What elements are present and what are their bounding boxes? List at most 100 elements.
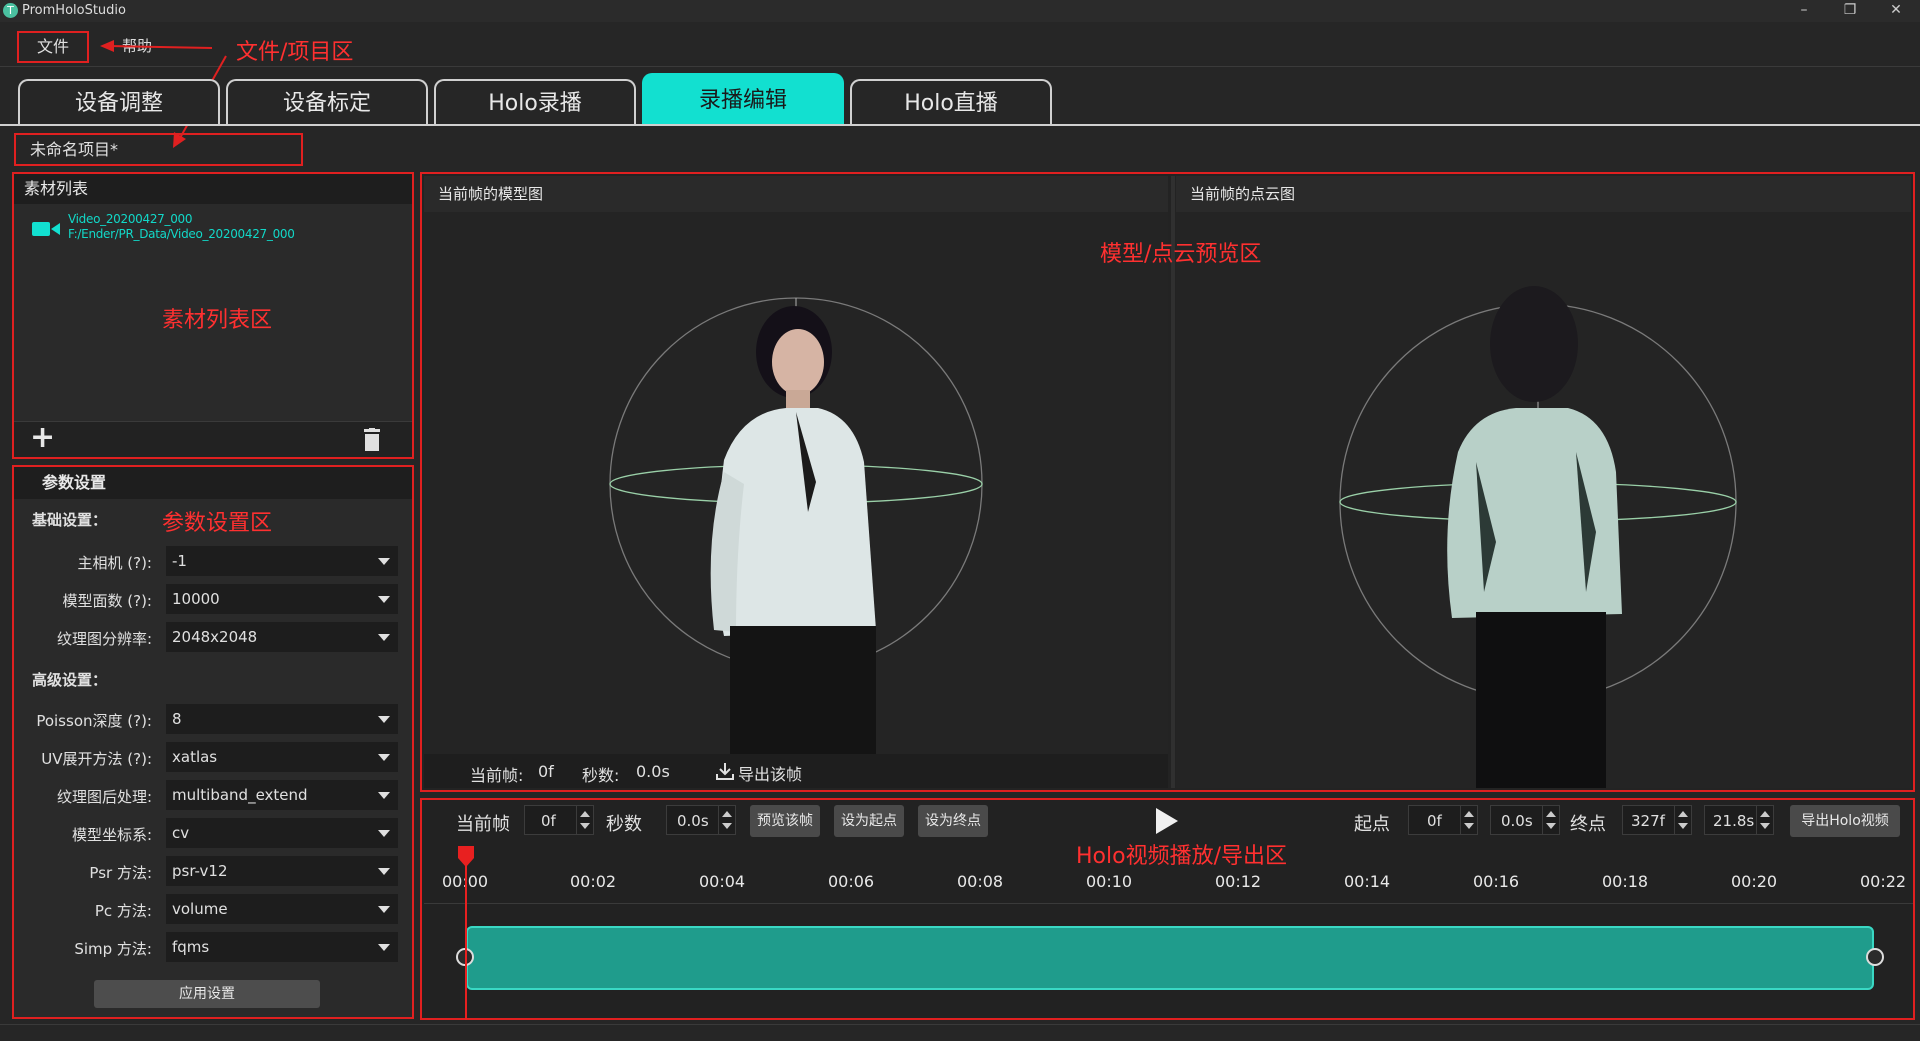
play-icon[interactable] [1152, 806, 1180, 836]
playhead-marker-icon[interactable] [456, 846, 476, 868]
time-tick: 00:12 [1215, 872, 1262, 891]
seconds-spin-value: 0.0s [677, 812, 709, 830]
start-seconds-value: 0.0s [1501, 812, 1533, 830]
current-frame-spinbox[interactable]: 0f [524, 805, 594, 835]
chevron-down-icon [378, 868, 390, 875]
simp-method-value: fqms [172, 938, 210, 956]
tab-device-adjust[interactable]: 设备调整 [18, 79, 220, 125]
apply-settings-button[interactable]: 应用设置 [94, 980, 320, 1008]
chevron-down-icon [378, 792, 390, 799]
list-item[interactable]: Video_20200427_000 F:/Ender/PR_Data/Vide… [16, 212, 406, 246]
export-holo-video-button[interactable]: 导出Holo视频 [1790, 805, 1900, 837]
simp-method-label: Simp 方法: [74, 940, 152, 958]
material-toolbar [14, 421, 412, 457]
uv-method-value: xatlas [172, 748, 218, 766]
status-bar [0, 1024, 1920, 1041]
time-tick: 00:02 [570, 872, 617, 891]
preview-frame-button[interactable]: 预览该帧 [750, 805, 820, 837]
current-frame-label: 当前帧: [470, 766, 524, 785]
download-icon [716, 763, 734, 780]
preview-panel: 当前帧的模型图 当前帧: 0f 秒数: 0.0s 导出该帧 当前帧的点云图 模型… [420, 172, 1915, 792]
simp-method-select[interactable]: fqms [166, 932, 398, 962]
chevron-down-icon [378, 716, 390, 723]
timeline-ruler[interactable]: 00:00 00:02 00:04 00:06 00:08 00:10 00:1… [424, 872, 1913, 904]
model-coords-value: cv [172, 824, 190, 842]
material-name: Video_20200427_000 [68, 212, 193, 226]
model-viewport[interactable] [424, 212, 1168, 754]
model-faces-select[interactable]: 10000 [166, 584, 398, 614]
tab-label: 录播编辑 [698, 88, 787, 113]
start-seconds-spinbox[interactable]: 0.0s [1490, 805, 1560, 835]
export-frame-button[interactable]: 导出该帧 [716, 760, 826, 784]
start-label: 起点 [1354, 814, 1390, 835]
main-camera-value: -1 [172, 552, 187, 570]
start-frame-value: 0f [1427, 812, 1442, 830]
texture-postprocess-select[interactable]: multiband_extend [166, 780, 398, 810]
time-tick: 00:06 [828, 872, 875, 891]
tab-label: 设备调整 [74, 91, 163, 116]
clip-end-handle-icon[interactable] [1866, 948, 1884, 966]
seconds-label: 秒数: [582, 766, 620, 785]
add-icon[interactable]: + [30, 420, 55, 455]
psr-method-label: Psr 方法: [89, 864, 152, 882]
time-tick: 00:14 [1344, 872, 1391, 891]
start-frame-spinbox[interactable]: 0f [1408, 805, 1478, 835]
close-icon[interactable]: ✕ [1876, 0, 1916, 22]
model-coords-select[interactable]: cv [166, 818, 398, 848]
trash-icon[interactable] [362, 428, 382, 452]
playback-seconds-label: 秒数 [606, 814, 642, 835]
params-header: 参数设置 [14, 467, 412, 499]
main-camera-select[interactable]: -1 [166, 546, 398, 576]
uv-method-select[interactable]: xatlas [166, 742, 398, 772]
seconds-value: 0.0s [636, 762, 670, 781]
seconds-spinbox[interactable]: 0.0s [666, 805, 736, 835]
advanced-settings-title: 高级设置： [32, 671, 108, 689]
tab-holo-record[interactable]: Holo录播 [434, 79, 636, 125]
tab-label: Holo直播 [904, 91, 998, 116]
time-tick: 00:18 [1602, 872, 1649, 891]
chevron-down-icon [378, 558, 390, 565]
pc-method-select[interactable]: volume [166, 894, 398, 924]
params-title: 参数设置 [42, 473, 107, 492]
annotation-preview-area: 模型/点云预览区 [1100, 242, 1262, 267]
minimize-icon[interactable]: – [1784, 0, 1824, 22]
point-cloud-title: 当前帧的点云图 [1190, 185, 1296, 203]
chevron-down-icon [378, 596, 390, 603]
end-seconds-value: 21.8s [1713, 812, 1755, 830]
end-frame-spinbox[interactable]: 327f [1622, 805, 1692, 835]
model-view-header: 当前帧的模型图 [424, 176, 1168, 212]
tab-holo-live[interactable]: Holo直播 [850, 79, 1052, 125]
point-cloud-header: 当前帧的点云图 [1176, 176, 1911, 212]
chevron-down-icon [378, 634, 390, 641]
set-end-button[interactable]: 设为终点 [918, 805, 988, 837]
model-coords-label: 模型坐标系: [71, 826, 152, 844]
time-tick: 00:08 [957, 872, 1004, 891]
timeline-clip[interactable] [466, 926, 1874, 990]
playback-current-frame-label: 当前帧 [456, 814, 510, 835]
tab-device-calibrate[interactable]: 设备标定 [226, 79, 428, 125]
project-name-field[interactable]: 未命名项目* [14, 133, 303, 166]
export-holo-video-label: 导出Holo视频 [1801, 813, 1889, 829]
end-seconds-spinbox[interactable]: 21.8s [1704, 805, 1774, 835]
texture-resolution-label: 纹理图分辨率: [56, 630, 152, 648]
annotation-file-area: 文件/项目区 [236, 40, 354, 65]
texture-postprocess-label: 纹理图后处理: [56, 788, 152, 806]
time-tick: 00:10 [1086, 872, 1133, 891]
texture-postprocess-value: multiband_extend [172, 786, 308, 804]
current-frame-spin-value: 0f [541, 812, 556, 830]
texture-resolution-select[interactable]: 2048x2048 [166, 622, 398, 652]
material-list-panel: 素材列表 Video_20200427_000 F:/Ender/PR_Data… [12, 172, 414, 459]
restore-icon[interactable]: ❐ [1830, 0, 1870, 22]
export-frame-label: 导出该帧 [738, 765, 803, 784]
tab-record-edit[interactable]: 录播编辑 [642, 73, 844, 125]
poisson-depth-select[interactable]: 8 [166, 704, 398, 734]
params-panel: 参数设置 基础设置： 参数设置区 主相机 (?): -1 模型面数 (?): 1… [12, 465, 414, 1019]
video-camera-icon [32, 222, 60, 236]
time-tick: 00:16 [1473, 872, 1520, 891]
psr-method-select[interactable]: psr-v12 [166, 856, 398, 886]
poisson-depth-label: Poisson深度 (?): [36, 712, 152, 730]
point-cloud-viewport[interactable] [1176, 212, 1911, 788]
end-label: 终点 [1570, 814, 1606, 835]
pc-method-label: Pc 方法: [94, 902, 152, 920]
set-start-button[interactable]: 设为起点 [834, 805, 904, 837]
